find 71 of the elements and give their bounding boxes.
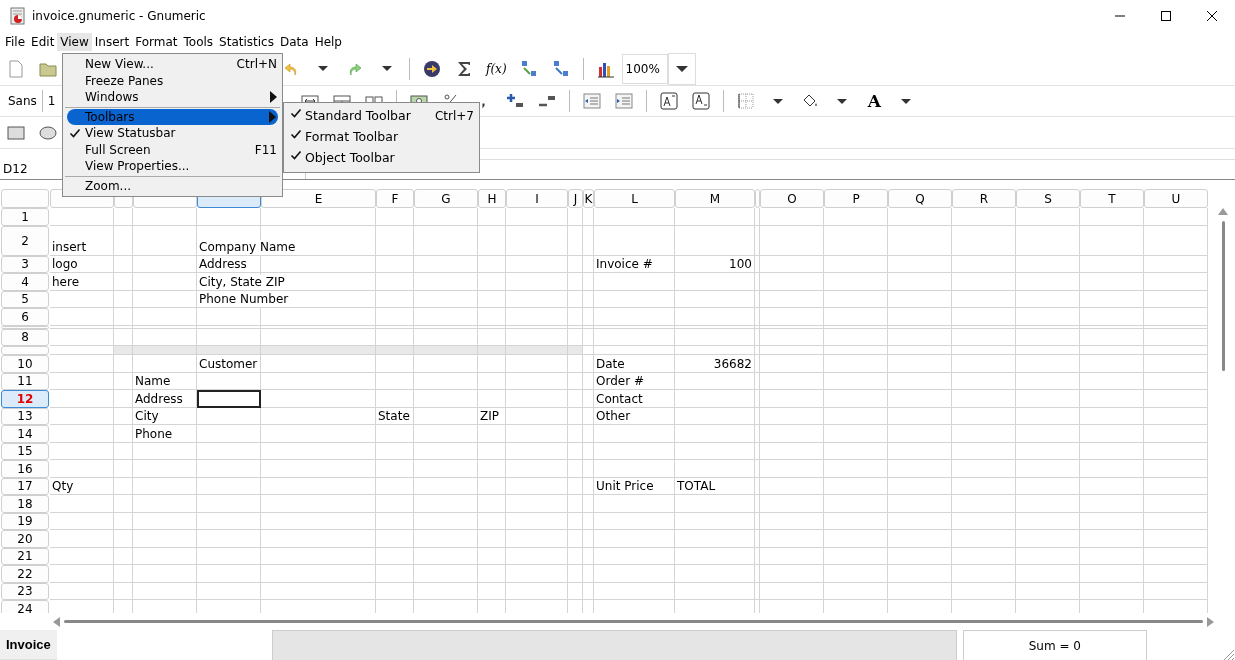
row-header[interactable]: 11 <box>1 372 49 390</box>
row-header[interactable]: 24 <box>1 600 49 613</box>
row-header[interactable]: 4 <box>1 273 49 291</box>
menu-option[interactable]: Freeze Panes <box>63 72 282 89</box>
cell-text: City <box>133 409 161 424</box>
row-header[interactable]: 16 <box>1 460 49 478</box>
sheet-tab[interactable]: Invoice <box>0 630 57 660</box>
menu-option[interactable]: Toolbars <box>67 108 278 125</box>
menu-item[interactable]: Tools <box>180 33 217 51</box>
column-header[interactable]: M <box>675 189 755 208</box>
row-header[interactable]: 10 <box>1 355 49 373</box>
zoom-field[interactable]: 100% <box>621 53 668 84</box>
font-name-field[interactable]: Sans <box>6 94 39 108</box>
row-header[interactable]: 19 <box>1 512 49 530</box>
column-header[interactable]: G <box>414 189 478 208</box>
column-header[interactable]: I <box>506 189 568 208</box>
row-header[interactable]: 8 <box>1 328 49 346</box>
column-header[interactable]: H <box>478 189 506 208</box>
column-header[interactable]: K <box>583 189 594 208</box>
cell-text: Qty <box>50 479 76 494</box>
row-header[interactable]: 23 <box>1 582 49 600</box>
row-header[interactable]: 20 <box>1 530 49 548</box>
row-header[interactable]: 13 <box>1 407 49 425</box>
column-header[interactable]: L <box>594 189 675 208</box>
column-header[interactable]: U <box>1144 189 1208 208</box>
row-header[interactable]: 1 <box>1 208 49 226</box>
window-title: invoice.gnumeric - Gnumeric <box>32 9 206 23</box>
menu-option[interactable]: Full Screen F11 <box>63 141 282 158</box>
row-header[interactable]: 14 <box>1 425 49 443</box>
menu-option[interactable]: New View... Ctrl+N <box>63 56 282 73</box>
menu-option[interactable]: View Properties... <box>63 158 282 175</box>
menu-item[interactable]: Statistics <box>216 33 277 51</box>
sum-display: Sum = 0 <box>962 630 1147 660</box>
menu-item[interactable]: Data <box>276 33 312 51</box>
row-header[interactable]: 2 <box>1 225 49 256</box>
column-header[interactable]: O <box>760 189 824 208</box>
menu-option[interactable]: Object Toolbar <box>284 147 479 168</box>
row-header[interactable]: 21 <box>1 547 49 565</box>
row-header[interactable]: 3 <box>1 255 49 273</box>
menu-option[interactable]: Format Toolbar <box>284 126 479 147</box>
column-header[interactable]: Q <box>888 189 952 208</box>
cell-text: City, State ZIP <box>197 274 287 290</box>
font-color-button[interactable]: A <box>864 91 885 111</box>
row-header[interactable]: 22 <box>1 565 49 583</box>
column-header[interactable]: J <box>568 189 583 208</box>
menu-option[interactable]: Windows <box>63 89 282 106</box>
menu-item[interactable]: Help <box>311 33 345 51</box>
column-header[interactable]: T <box>1080 189 1144 208</box>
row-header[interactable]: 5 <box>1 290 49 308</box>
cell-text: Company Name <box>197 239 298 255</box>
cell-text: logo <box>50 257 80 272</box>
row-header[interactable]: 17 <box>1 477 49 495</box>
column-header[interactable]: P <box>824 189 888 208</box>
column-header[interactable]: E <box>261 189 376 208</box>
menu-item[interactable]: Edit <box>28 33 58 51</box>
menu-option[interactable]: View Statusbar <box>63 125 282 142</box>
column-header[interactable]: S <box>1016 189 1080 208</box>
function-button[interactable]: f(x) <box>486 58 507 79</box>
cell-text: Phone Number <box>197 292 291 307</box>
menu-option[interactable]: Standard Toolbar Ctrl+7 <box>284 105 479 126</box>
menu-item[interactable]: Format <box>132 33 181 51</box>
font-size-field[interactable]: 1 <box>45 94 58 108</box>
row-header[interactable]: 18 <box>1 495 49 513</box>
column-header[interactable]: R <box>952 189 1016 208</box>
row-header[interactable]: 12 <box>1 390 49 408</box>
menu-item[interactable]: Insert <box>91 33 133 51</box>
menu-item[interactable]: View <box>57 33 92 51</box>
column-header[interactable]: F <box>376 189 414 208</box>
menu-item[interactable]: File <box>2 33 29 51</box>
row-header[interactable]: 15 <box>1 442 49 460</box>
row-header[interactable]: 6 <box>1 308 49 326</box>
